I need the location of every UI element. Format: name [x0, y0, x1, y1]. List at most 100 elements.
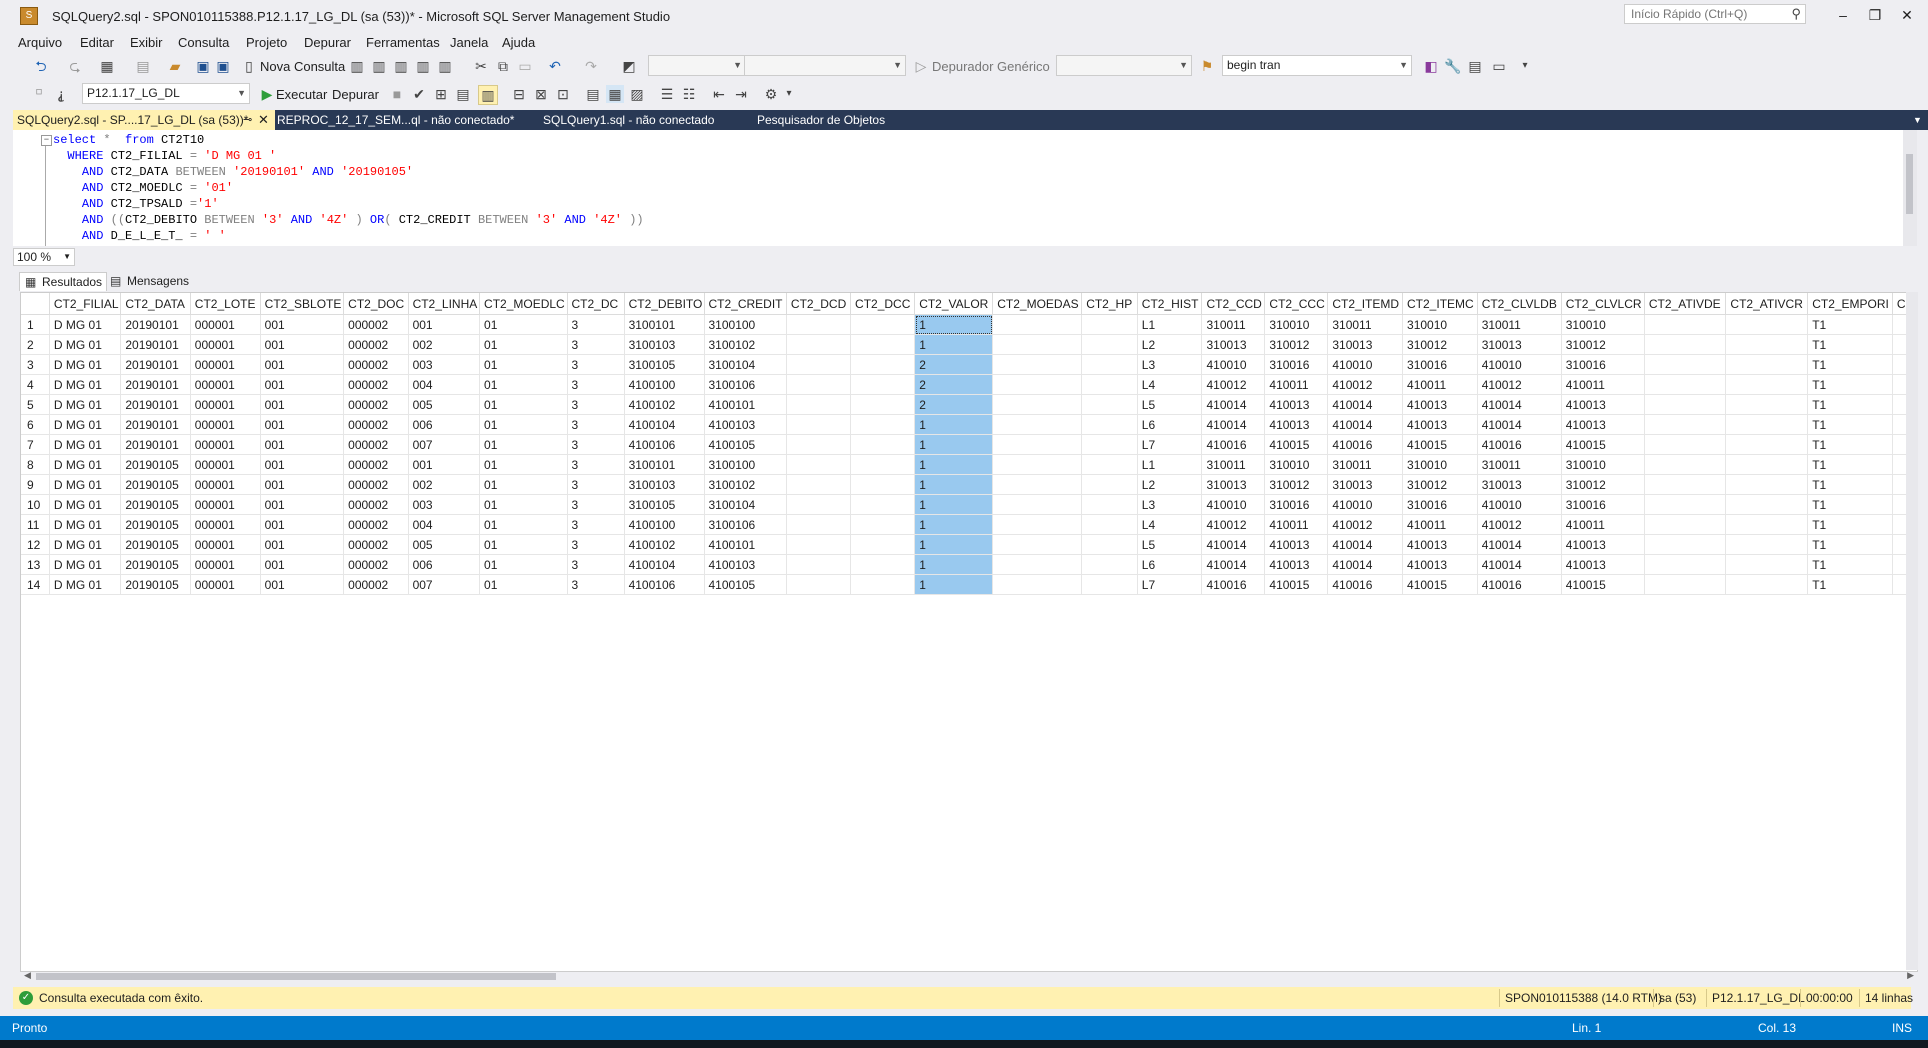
cell-ct2-lote[interactable]: 000001 — [190, 554, 261, 575]
cell-ct2-dcc[interactable] — [850, 434, 916, 455]
cell-ct2-data[interactable]: 20190105 — [120, 494, 191, 515]
cell-ct2-lote[interactable]: 000001 — [190, 534, 261, 555]
quick-launch-input[interactable] — [1625, 5, 1787, 23]
column-header-ct2-dcc[interactable]: CT2_DCC — [850, 293, 916, 315]
cell-ct2-dcc[interactable] — [850, 534, 916, 555]
cell-ct2-clvlcr[interactable]: 410015 — [1561, 434, 1645, 455]
cell-ct2-itemd[interactable]: 410014 — [1327, 394, 1404, 415]
cell-ct2-empori[interactable]: T1 — [1807, 354, 1893, 375]
cell-ct2-itemd[interactable]: 310011 — [1327, 314, 1404, 335]
cell-ct2-hp[interactable] — [1081, 434, 1138, 455]
cell-ct2-dcd[interactable] — [786, 434, 852, 455]
cell-ct2-dc[interactable]: 3 — [567, 494, 625, 515]
cell-ct2-hist[interactable]: L4 — [1137, 514, 1203, 535]
cell-ct2-ccc[interactable]: 310010 — [1264, 314, 1329, 335]
cell-ct2-ccd[interactable]: 410014 — [1201, 414, 1266, 435]
cell-ct2-ativde[interactable] — [1644, 494, 1727, 515]
include-plan-icon[interactable]: ⊟ — [510, 85, 528, 103]
cell-ct2-clvldb[interactable]: 410010 — [1477, 494, 1562, 515]
cell-ct2-filial[interactable]: D MG 01 — [49, 474, 122, 495]
menu-consulta[interactable]: Consulta — [178, 35, 229, 50]
cell-ct2-ativde[interactable] — [1644, 474, 1727, 495]
grid-corner-header[interactable] — [21, 293, 50, 315]
cell-ct2-itemc[interactable]: 410013 — [1402, 394, 1478, 415]
cell-ct2-data[interactable]: 20190101 — [120, 394, 191, 415]
cell-ct2-sblote[interactable]: 001 — [260, 514, 345, 535]
cell-ct2-itemd[interactable]: 410012 — [1327, 514, 1404, 535]
menu-editar[interactable]: Editar — [80, 35, 114, 50]
cell-ct2-itemc[interactable]: 310010 — [1402, 454, 1478, 475]
cell-ct2-hist[interactable]: L3 — [1137, 494, 1203, 515]
cell-ct2-dcc[interactable] — [850, 414, 916, 435]
cell-ct2-itemc[interactable]: 310016 — [1402, 354, 1478, 375]
cell-ct2-hp[interactable] — [1081, 534, 1138, 555]
cell-ct2-dc[interactable]: 3 — [567, 534, 625, 555]
solution-config-combo[interactable]: ▼ — [648, 55, 746, 76]
cell-ct2-dc[interactable]: 3 — [567, 574, 625, 595]
generic-debugger-button[interactable]: Depurador Genérico — [932, 59, 1050, 74]
cell-ct2-dc[interactable]: 3 — [567, 334, 625, 355]
cell-ct2-linha[interactable]: 004 — [408, 514, 481, 535]
results-to-text-icon[interactable]: ▤ — [584, 85, 602, 103]
cell-ct2-ccd[interactable]: 310011 — [1201, 454, 1266, 475]
cell-ct2-doc[interactable]: 000002 — [343, 414, 409, 435]
cell-ct2-empori[interactable]: T1 — [1807, 574, 1893, 595]
cell-ct2-lote[interactable]: 000001 — [190, 514, 261, 535]
cell-ct2-ccd[interactable]: 410010 — [1201, 494, 1266, 515]
cell-ct2-dc[interactable]: 3 — [567, 314, 625, 335]
table-row[interactable]: 7D MG 01 20190101 000001 001 000002 007 01 3 410… — [21, 434, 1917, 455]
tab-messages[interactable]: ▤ Mensagens — [105, 272, 193, 290]
cell-ct2-dcd[interactable] — [786, 574, 852, 595]
save-all-icon[interactable]: ▣ — [214, 57, 232, 75]
specify-values-icon[interactable]: ⚙ — [762, 85, 780, 103]
display-plan-icon[interactable]: ⊞ — [432, 85, 450, 103]
row-number[interactable]: 12 — [21, 534, 50, 555]
cell-ct2-hp[interactable] — [1081, 474, 1138, 495]
cell-ct2-doc[interactable]: 000002 — [343, 454, 409, 475]
cell-ct2-hist[interactable]: L6 — [1137, 554, 1203, 575]
cell-ct2-dcc[interactable] — [850, 354, 916, 375]
client-stats-icon[interactable]: ⊡ — [554, 85, 572, 103]
cell-ct2-itemd[interactable]: 410010 — [1327, 354, 1404, 375]
column-header-ct2-empori[interactable]: CT2_EMPORI — [1807, 293, 1893, 315]
cell-ct2-moedlc[interactable]: 01 — [479, 414, 568, 435]
table-row[interactable]: 11 D MG 01 20190105 000001 001 000002 004 01 3 41… — [21, 514, 1917, 535]
cell-ct2-itemc[interactable]: 410013 — [1402, 554, 1478, 575]
column-header-ct2-valor[interactable]: CT2_VALOR — [914, 293, 994, 315]
cell-ct2-clvldb[interactable]: 310011 — [1477, 454, 1562, 475]
scrollbar-thumb[interactable] — [1906, 154, 1913, 214]
cell-ct2-ativde[interactable] — [1644, 334, 1727, 355]
cell-ct2-ativcr[interactable] — [1725, 414, 1809, 435]
cell-ct2-itemd[interactable]: 410014 — [1327, 414, 1404, 435]
back-icon[interactable]: ⮌ — [32, 57, 50, 75]
cell-ct2-ccc[interactable]: 410015 — [1264, 574, 1329, 595]
cell-ct2-ativde[interactable] — [1644, 554, 1727, 575]
cell-ct2-clvlcr[interactable]: 310010 — [1561, 454, 1645, 475]
cell-ct2-clvlcr[interactable]: 410015 — [1561, 574, 1645, 595]
solution-platform-combo[interactable]: ▼ — [744, 55, 906, 76]
cell-ct2-itemd[interactable]: 310011 — [1327, 454, 1404, 475]
cell-ct2-dcd[interactable] — [786, 514, 852, 535]
tab-reproc[interactable]: REPROC_12_17_SEM...ql - não conectado* — [273, 110, 527, 130]
cell-ct2-dcc[interactable] — [850, 554, 916, 575]
results-to-file-icon[interactable]: ▨ — [628, 85, 646, 103]
table-row[interactable]: 2D MG 01 20190101 000001 001 000002 002 01 3 310… — [21, 334, 1917, 355]
cell-ct2-valor[interactable]: 1 — [914, 414, 994, 435]
mdx-query-icon[interactable]: ▥ — [392, 57, 410, 75]
cell-ct2-ativcr[interactable] — [1725, 494, 1809, 515]
cell-ct2-valor[interactable]: 1 — [914, 514, 994, 535]
cell-ct2-dc[interactable]: 3 — [567, 474, 625, 495]
column-header-ct2-clvlcr[interactable]: CT2_CLVLCR — [1561, 293, 1645, 315]
cell-ct2-moedlc[interactable]: 01 — [479, 454, 568, 475]
cell-ct2-dcc[interactable] — [850, 314, 916, 335]
cell-ct2-ativcr[interactable] — [1725, 574, 1809, 595]
cell-ct2-hist[interactable]: L5 — [1137, 534, 1203, 555]
cell-ct2-lote[interactable]: 000001 — [190, 434, 261, 455]
cell-ct2-credit[interactable]: 4100105 — [704, 434, 787, 455]
scroll-left-icon[interactable]: ◀ — [24, 970, 31, 981]
xmla-query-icon[interactable]: ▥ — [436, 57, 454, 75]
cell-ct2-dcd[interactable] — [786, 354, 852, 375]
cell-ct2-empori[interactable]: T1 — [1807, 454, 1893, 475]
cell-ct2-lote[interactable]: 000001 — [190, 354, 261, 375]
tab-overflow-chevron-icon[interactable]: ▼ — [1909, 110, 1922, 130]
